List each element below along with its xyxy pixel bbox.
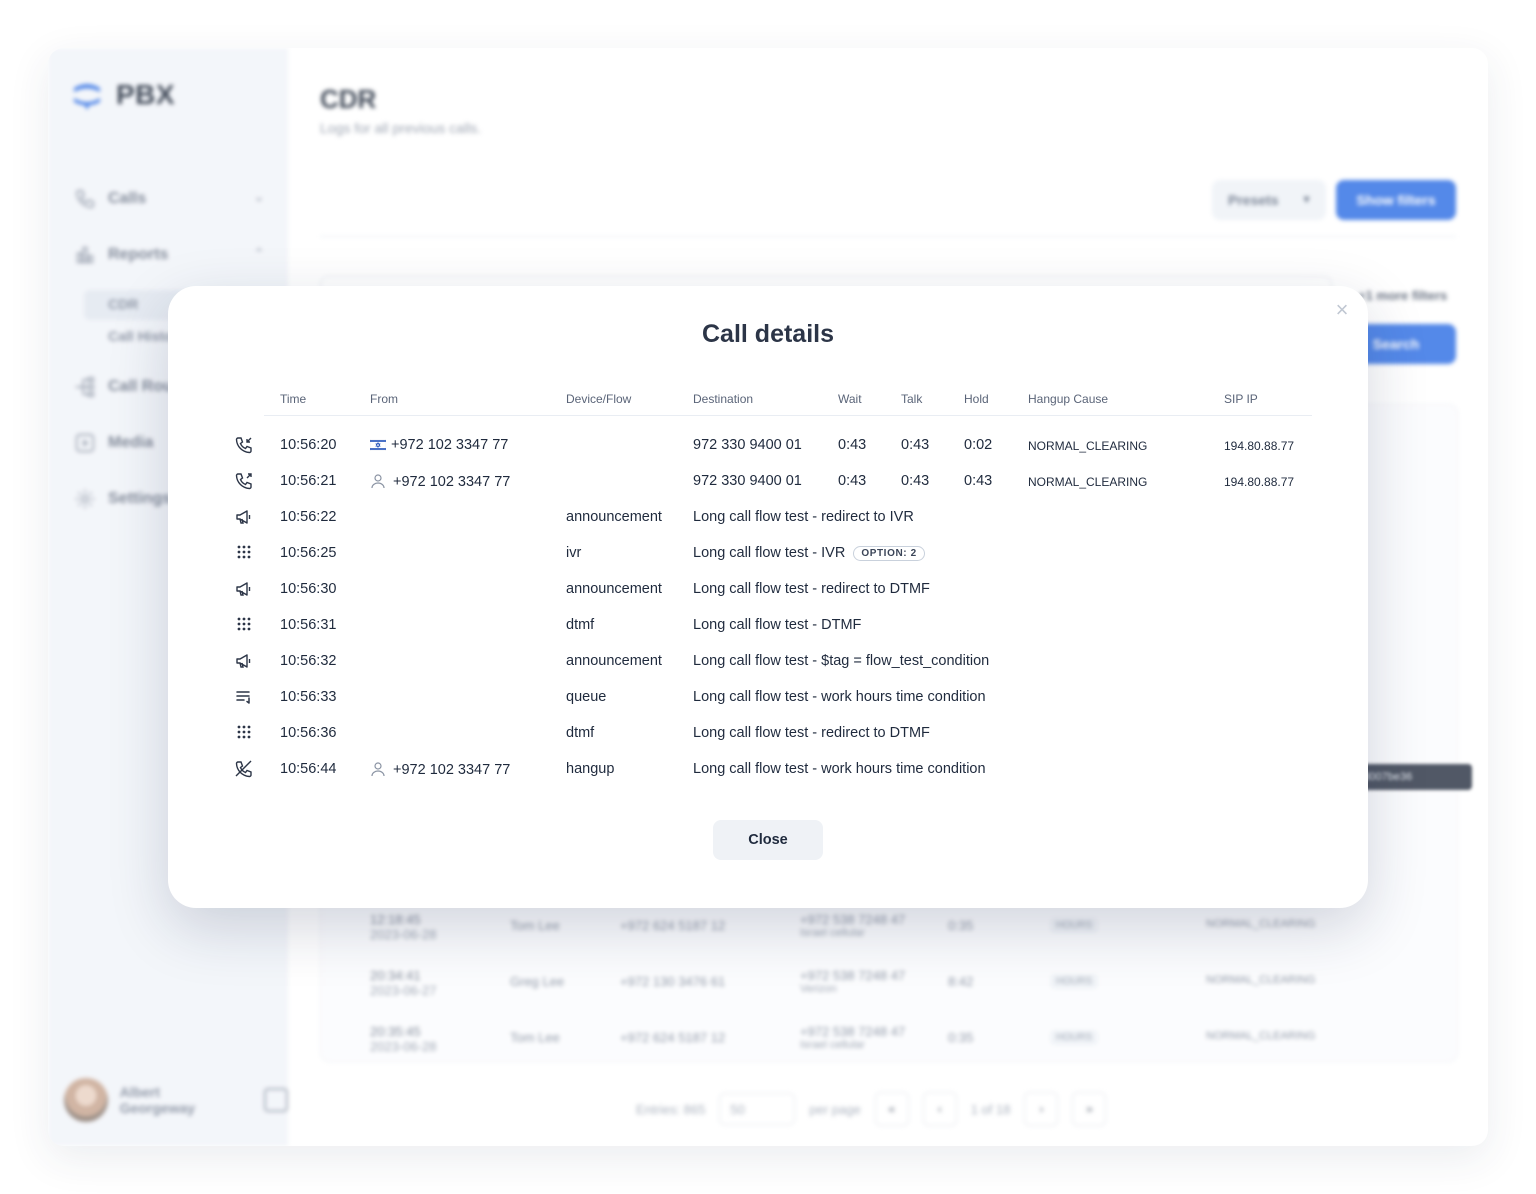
column-header-device-flow: Device/Flow [566,392,632,406]
row-device-flow: dtmf [566,617,595,633]
call-detail-row: 10:56:33 queue Long call flow test - work … [168,680,1368,716]
row-destination: 972 330 9400 01 [693,473,802,489]
row-hangup-cause: NORMAL_CLEARING [1028,439,1148,453]
row-hold: 0:02 [964,437,993,453]
close-button[interactable]: Close [713,820,823,860]
megaphone-icon [234,579,254,599]
person-icon [371,474,385,489]
row-from: +972 102 3347 77 [370,437,508,453]
destination-text: Long call flow test - redirect to DTMF [693,725,930,741]
from-number: +972 102 3347 77 [393,762,511,778]
row-device-flow: announcement [566,509,662,525]
destination-text: Long call flow test - DTMF [693,617,862,633]
option-badge: OPTION: 2 [853,546,925,561]
call-detail-row: 10:56:31 dtmf Long call flow test - DTMF [168,608,1368,644]
hangup-icon [234,759,254,779]
keypad-icon [234,543,254,563]
row-destination: 972 330 9400 01 [693,437,802,453]
call-detail-row: 10:56:32 announcement Long call flow test … [168,644,1368,680]
row-sip-ip: 194.80.88.77 [1224,439,1295,453]
megaphone-icon [234,507,254,527]
row-destination: Long call flow test - work hours time co… [693,689,986,705]
row-talk: 0:43 [901,473,930,489]
close-icon[interactable]: × [1332,299,1352,321]
row-destination: Long call flow test - redirect to DTMF [693,725,930,741]
israel-flag-icon [370,439,386,451]
row-time: 10:56:32 [280,653,337,669]
row-wait: 0:43 [838,437,867,453]
header-divider [264,415,1312,416]
row-time: 10:56:31 [280,617,337,633]
row-sip-ip: 194.80.88.77 [1224,475,1295,489]
call-detail-row: 10:56:21 +972 102 3347 77 972 330 9400 01 0… [168,464,1368,500]
row-time: 10:56:20 [280,437,337,453]
call-detail-row: 10:56:44 +972 102 3347 77 hangup Long call … [168,752,1368,788]
row-destination: Long call flow test - $tag = flow_test_c… [693,653,989,669]
row-destination: Long call flow test - redirect to DTMF [693,581,930,597]
row-hold: 0:43 [964,473,993,489]
column-header-sip-ip: SIP IP [1224,392,1258,406]
from-number: +972 102 3347 77 [391,437,509,453]
column-header-hangup-cause: Hangup Cause [1028,392,1109,406]
call-detail-row: 10:56:25 ivr Long call flow test - IVR OPTI… [168,536,1368,572]
row-device-flow: announcement [566,581,662,597]
modal-title: Call details [702,320,834,348]
call-details-modal: Call details × Time From Device/Flow Des… [168,286,1368,908]
row-destination: Long call flow test - DTMF [693,617,861,633]
row-destination: Long call flow test - redirect to IVR [693,509,914,525]
row-talk: 0:43 [901,437,930,453]
row-from: +972 102 3347 77 [370,473,510,490]
row-hangup-cause: NORMAL_CLEARING [1028,475,1148,489]
row-device-flow: queue [566,689,607,705]
column-header-from: From [370,392,398,406]
call-detail-row: 10:56:20 +972 102 3347 77 972 330 9400 01 0… [168,428,1368,464]
outgoing-call-icon [234,471,254,491]
row-wait: 0:43 [838,473,867,489]
row-destination: Long call flow test - IVR OPTION: 2 [693,545,925,561]
row-destination: Long call flow test - work hours time co… [693,761,986,777]
from-number: +972 102 3347 77 [393,474,511,490]
call-detail-row: 10:56:36 dtmf Long call flow test - redire… [168,716,1368,752]
row-time: 10:56:30 [280,581,337,597]
keypad-icon [234,615,254,635]
row-from: +972 102 3347 77 [370,761,510,778]
destination-text: Long call flow test - work hours time co… [693,689,986,705]
destination-text: 972 330 9400 01 [693,437,802,453]
row-time: 10:56:36 [280,725,337,741]
person-icon [371,762,385,777]
call-detail-row: 10:56:22 announcement Long call flow test … [168,500,1368,536]
column-header-time: Time [280,392,307,406]
megaphone-icon [234,651,254,671]
row-time: 10:56:22 [280,509,337,525]
row-time: 10:56:21 [280,473,337,489]
destination-text: Long call flow test - work hours time co… [693,761,986,777]
keypad-icon [234,723,254,743]
call-detail-row: 10:56:30 announcement Long call flow test … [168,572,1368,608]
column-header-destination: Destination [693,392,754,406]
destination-text: Long call flow test - redirect to DTMF [693,581,930,597]
destination-text: Long call flow test - redirect to IVR [693,509,914,525]
row-device-flow: dtmf [566,725,595,741]
destination-text: 972 330 9400 01 [693,473,802,489]
row-time: 10:56:44 [280,761,337,777]
row-device-flow: hangup [566,761,615,777]
destination-text: Long call flow test - IVR [693,545,846,561]
row-time: 10:56:25 [280,545,337,561]
destination-text: Long call flow test - $tag = flow_test_c… [693,653,990,669]
queue-icon [234,687,254,707]
incoming-call-icon [234,435,254,455]
column-header-wait: Wait [838,392,862,406]
row-device-flow: ivr [566,545,582,561]
row-device-flow: announcement [566,653,662,669]
row-time: 10:56:33 [280,689,337,705]
column-header-hold: Hold [964,392,989,406]
column-header-talk: Talk [901,392,923,406]
